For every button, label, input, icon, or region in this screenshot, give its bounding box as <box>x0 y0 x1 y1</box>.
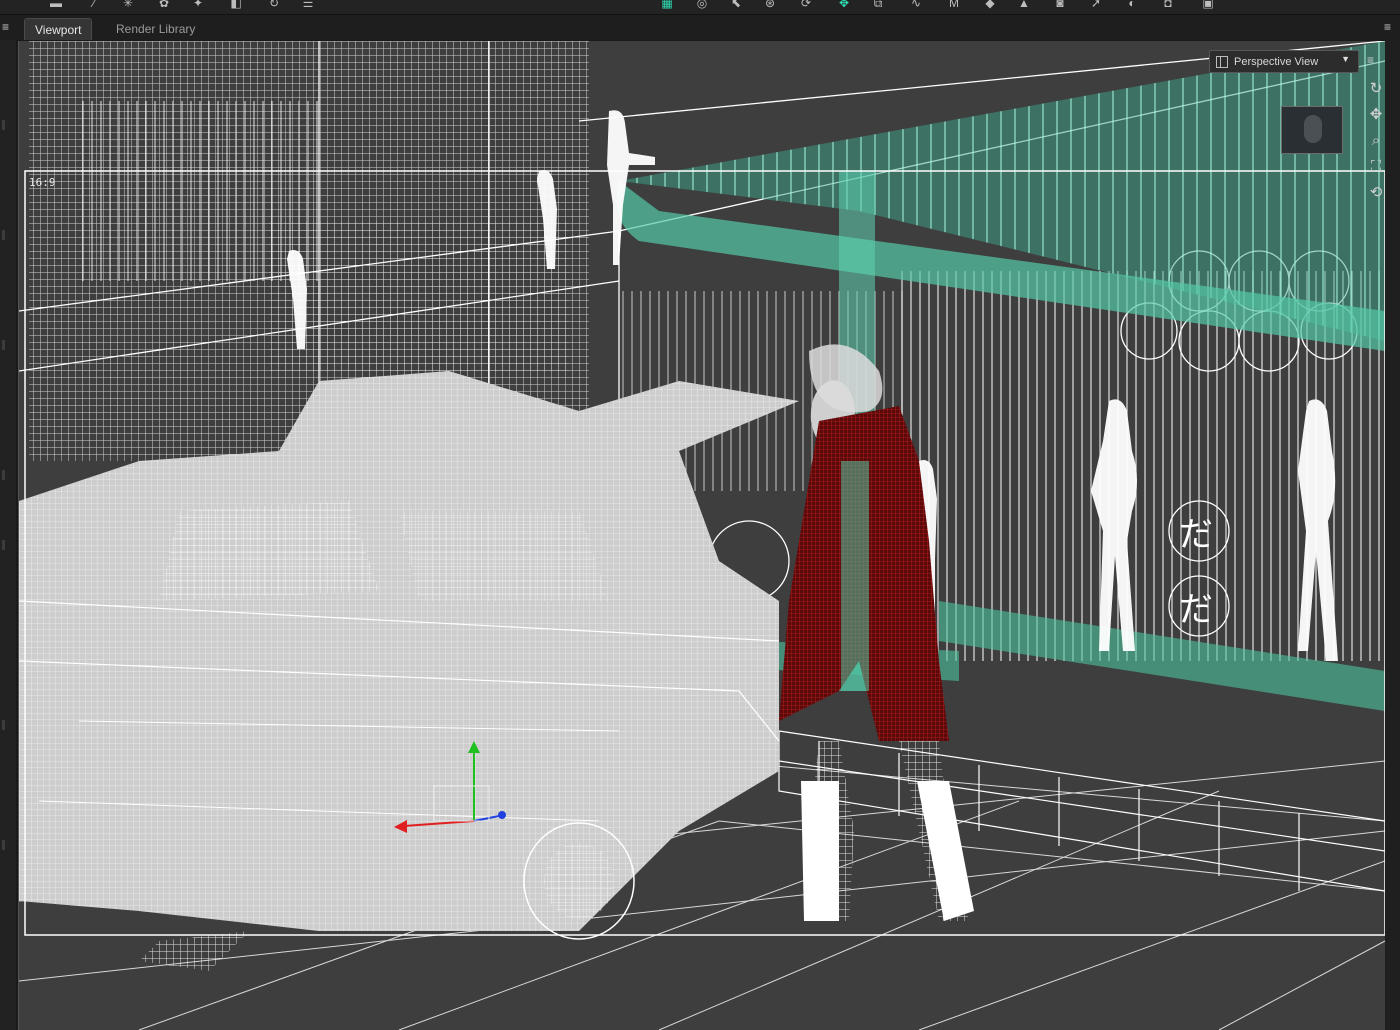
aux-viewport-thumbnail[interactable] <box>1281 106 1343 154</box>
main-toolbar: ▬ ⁄ ✳ ✿ ✦ ◧ ↻ ☰ ▦ ◎ ⬉ ⊛ ⟳ ✥ ⧉ ∿ M ◆ ▲ ◙ … <box>0 0 1400 15</box>
morph-icon[interactable]: M <box>946 0 962 10</box>
sphere-icon[interactable]: ◐ <box>1124 0 1140 10</box>
panel-icon[interactable]: ☰ <box>300 0 316 10</box>
camera2-icon[interactable]: ◙ <box>1052 0 1068 10</box>
scale-icon[interactable]: ⧉ <box>870 0 886 10</box>
chevron-down-icon: ▼ <box>1341 54 1350 64</box>
render-icon[interactable]: ◘ <box>1160 0 1176 10</box>
grid-icon[interactable]: ▦ <box>656 0 678 10</box>
move-icon[interactable]: ✥ <box>836 0 852 10</box>
flower-icon[interactable]: ✿ <box>156 0 172 10</box>
orbit-icon[interactable]: ⟳ <box>798 0 814 10</box>
view-mode-dropdown[interactable]: Perspective View ▼ <box>1209 50 1359 73</box>
orbit-nav-icon[interactable]: ↻ <box>1365 77 1385 99</box>
tab-viewport[interactable]: Viewport <box>24 18 93 40</box>
reset-nav-icon[interactable]: ⟲ <box>1365 181 1385 203</box>
rotate-icon[interactable]: ↻ <box>266 0 282 10</box>
paint-icon[interactable]: ◆ <box>982 0 998 10</box>
target-icon[interactable]: ◎ <box>694 0 710 10</box>
tab-render-library[interactable]: Render Library <box>106 18 205 39</box>
zoom-nav-icon[interactable]: ⌕ <box>1365 129 1385 151</box>
viewport-menu-icon[interactable]: ≡ <box>1367 53 1374 67</box>
camera-icon[interactable]: ▬ <box>48 0 64 10</box>
pan-nav-icon[interactable]: ✥ <box>1365 103 1385 125</box>
wireframe-scene: だ だ <box>19 41 1385 1030</box>
view-mode-label: Perspective View <box>1234 55 1319 68</box>
fill-icon[interactable]: ▲ <box>1016 0 1032 10</box>
left-panel-strip <box>0 40 16 1030</box>
wand-icon[interactable]: ⁄ <box>86 0 102 10</box>
sign-glyph-2: だ <box>1179 590 1213 630</box>
pane-options-icon[interactable]: ≡ <box>1384 20 1391 34</box>
right-panel-strip <box>1384 40 1400 1030</box>
select-icon[interactable]: ⬉ <box>728 0 744 10</box>
view-layout-icon <box>1216 55 1228 68</box>
joint-icon[interactable]: ∿ <box>908 0 924 10</box>
panel-menu-icon[interactable]: ≡ <box>2 20 9 34</box>
nodes-icon[interactable]: ◧ <box>228 0 244 10</box>
sign-glyph-1: だ <box>1179 515 1213 555</box>
universal-icon[interactable]: ⊛ <box>762 0 778 10</box>
tab-bar: ≡ Viewport Render Library ≡ <box>0 15 1400 40</box>
3d-viewport[interactable]: だ だ 16:9 Perspective View ▼ ≡ ↻ ✥ ⌕ ⛶ ⟲ <box>18 41 1385 1030</box>
spark-icon[interactable]: ✦ <box>190 0 206 10</box>
aspect-ratio-label: 16:9 <box>29 176 56 189</box>
window-icon[interactable]: ▣ <box>1200 0 1216 10</box>
pointer-icon[interactable]: ➚ <box>1088 0 1104 10</box>
frame-nav-icon[interactable]: ⛶ <box>1365 155 1385 177</box>
burst-icon[interactable]: ✳ <box>120 0 136 10</box>
